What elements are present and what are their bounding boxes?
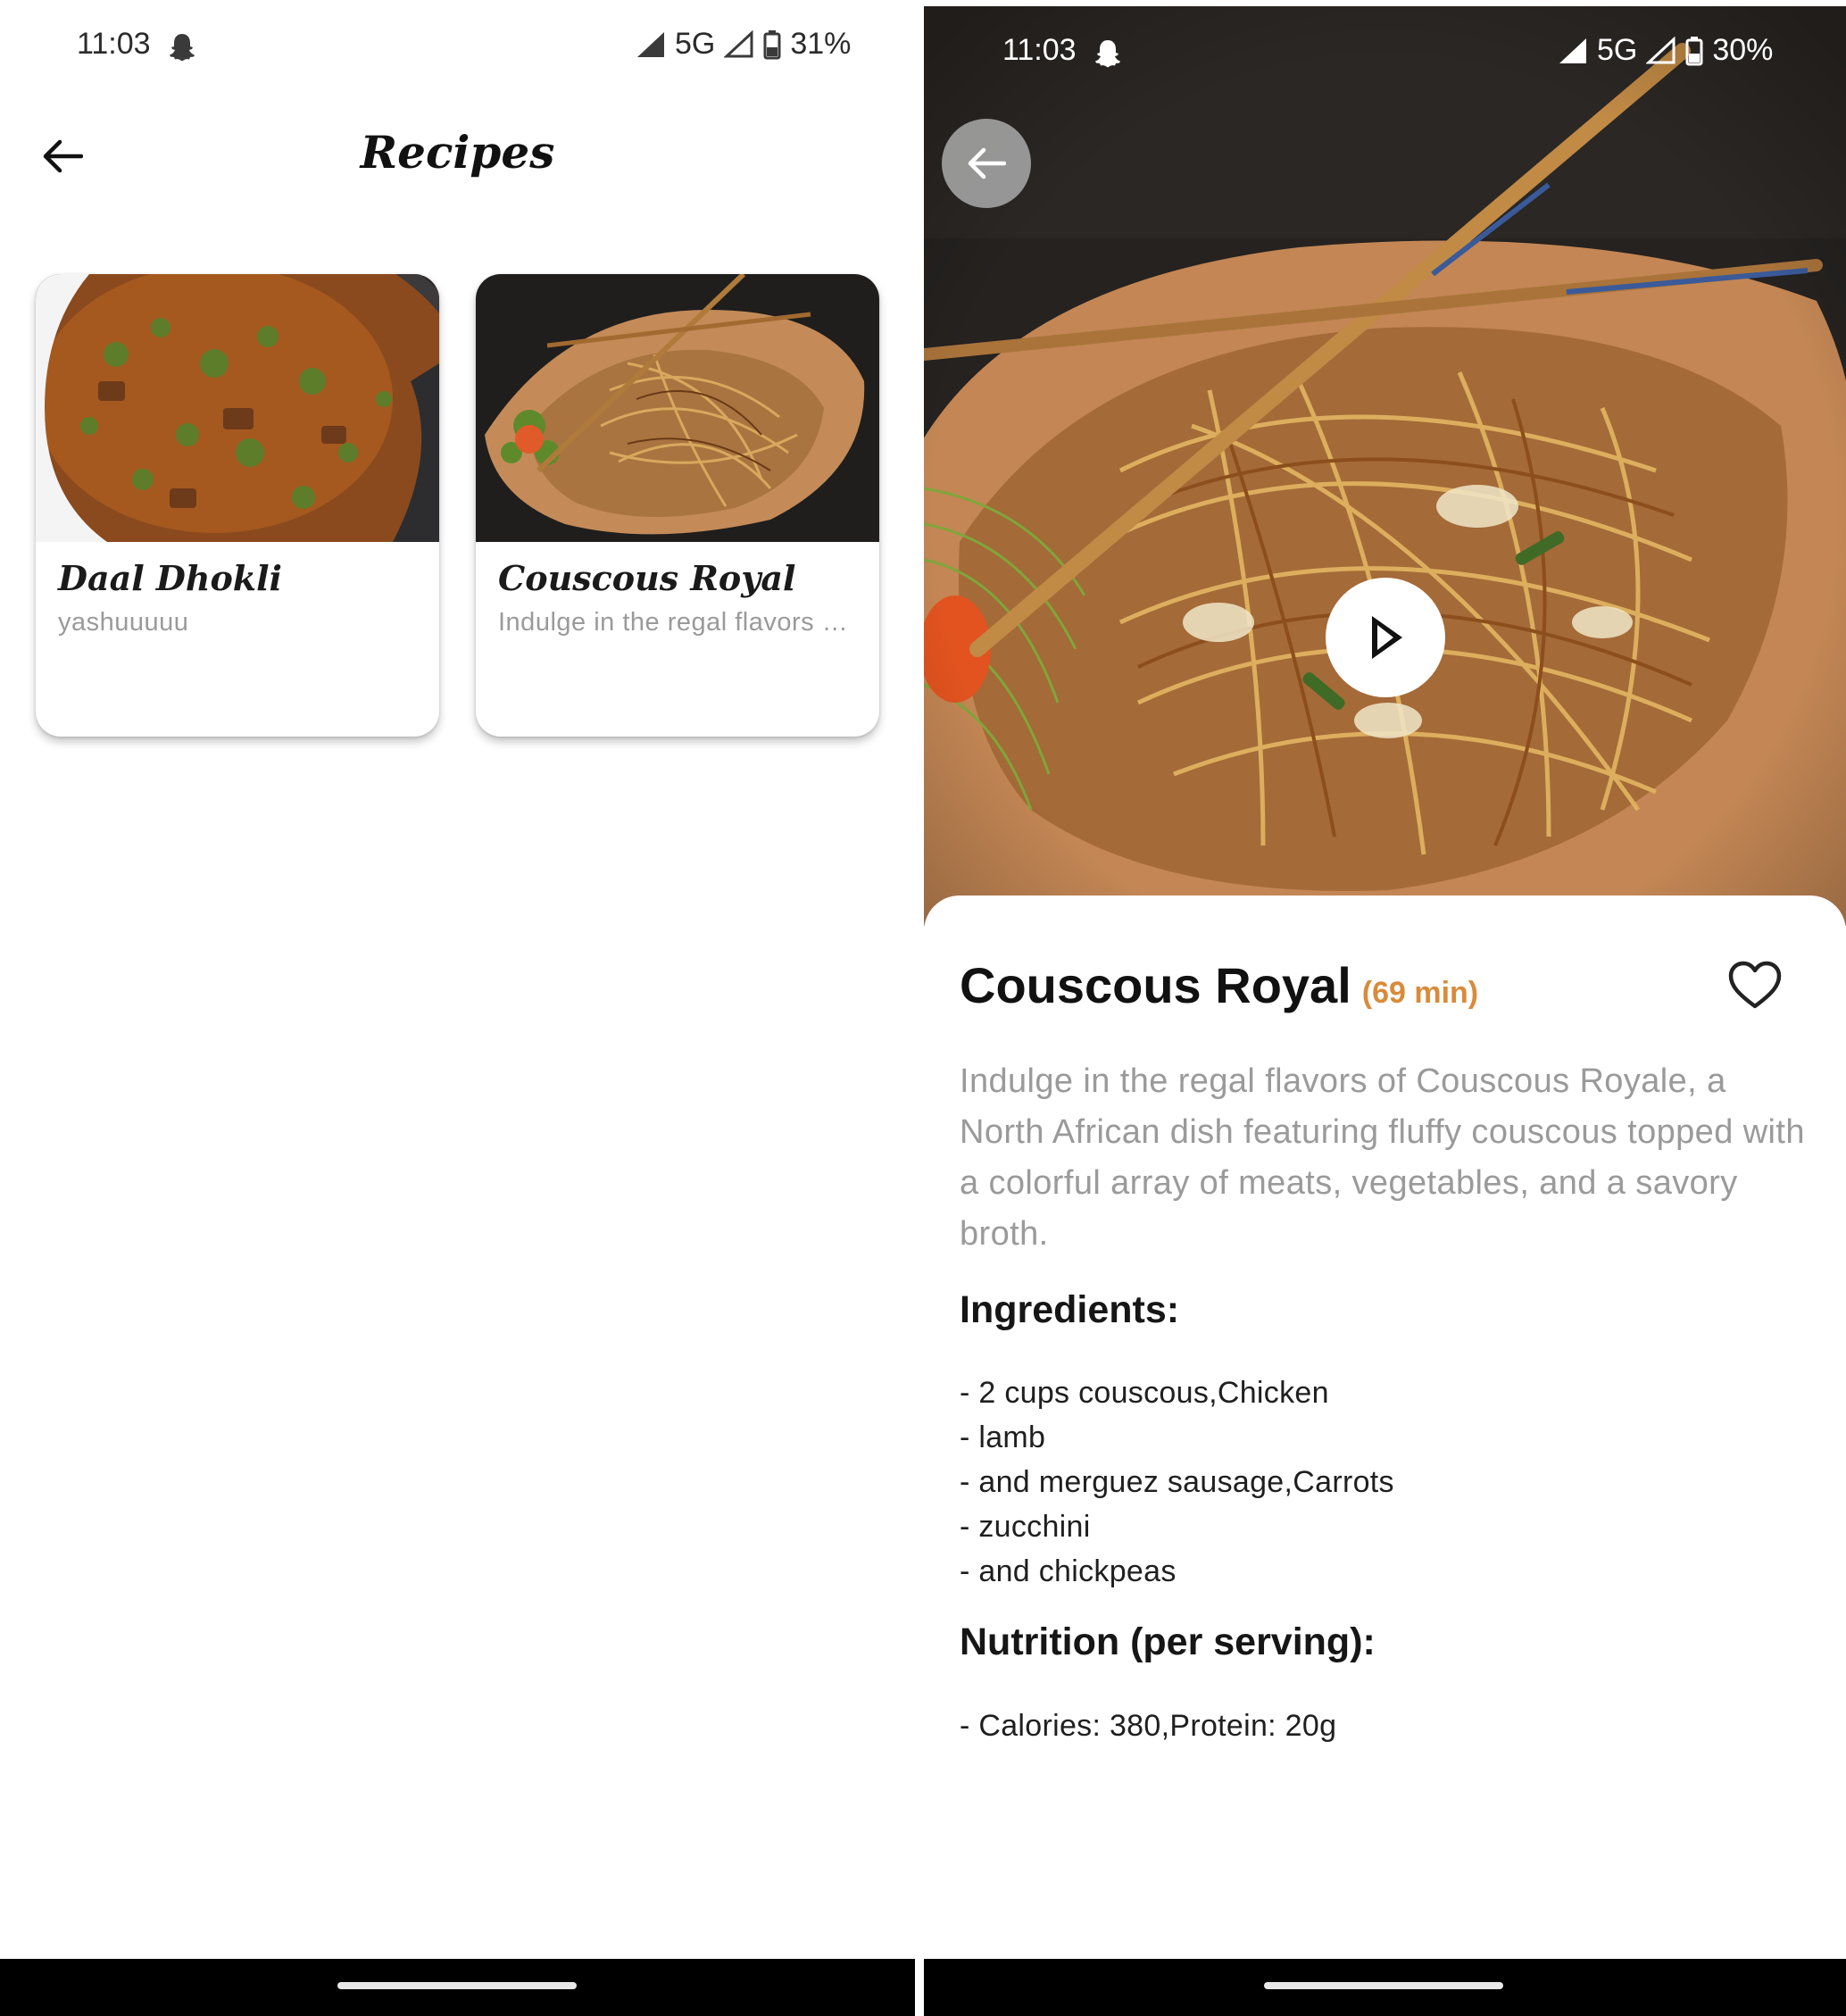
status-time: 11:03 xyxy=(77,27,151,61)
recipe-description: Indulge in the regal flavors of Couscous… xyxy=(960,1062,1805,1253)
signal-icon xyxy=(1559,37,1586,63)
nutrition-heading: Nutrition (per serving): xyxy=(960,1620,1376,1663)
screen-divider xyxy=(915,0,924,2016)
ingredient-item: - and chickpeas xyxy=(960,1554,1177,1588)
snapchat-ghost-icon xyxy=(1095,40,1120,68)
status-icons: 5G 31% xyxy=(636,27,851,62)
recipe-hero-image: 11:03 5G 30% xyxy=(924,6,1846,926)
back-arrow-icon xyxy=(968,147,1006,179)
recipe-card-couscous-royal[interactable]: Couscous Royal Indulge in the regal flav… xyxy=(476,274,879,737)
battery-level: 30% xyxy=(1712,33,1774,67)
page-title: Recipes xyxy=(360,126,555,179)
ingredient-item: - lamb xyxy=(960,1420,1046,1454)
recipes-list-screen: 11:03 5G 31% Recipes Daal Dhokli yashuuu… xyxy=(0,0,915,2016)
recipe-title-row: Couscous Royal (69 min) xyxy=(960,956,1478,1014)
snapchat-ghost-icon xyxy=(170,34,195,62)
card-subtitle: yashuuuuu xyxy=(58,608,189,637)
heart-outline-icon[interactable] xyxy=(1727,960,1783,1010)
card-subtitle: Indulge in the regal flavors of Couscous… xyxy=(498,608,857,637)
card-title: Couscous Royal xyxy=(498,558,796,598)
play-icon xyxy=(1372,616,1402,659)
ingredient-item: - zucchini xyxy=(960,1510,1091,1544)
network-type: 5G xyxy=(1597,33,1638,67)
signal-icon xyxy=(637,31,664,57)
signal-outline-icon xyxy=(724,29,753,57)
system-nav-bar xyxy=(924,1959,1846,2016)
recipe-cook-time: (69 min) xyxy=(1361,976,1479,1010)
network-type: 5G xyxy=(675,27,716,61)
couscous-royal-photo xyxy=(476,274,879,542)
ingredients-heading: Ingredients: xyxy=(960,1288,1180,1331)
nutrition-item: - Calories: 380,Protein: 20g xyxy=(960,1709,1337,1743)
status-bar: 11:03 5G 31% xyxy=(0,0,915,93)
play-video-button[interactable] xyxy=(1326,578,1445,697)
battery-level: 31% xyxy=(790,27,852,61)
system-nav-bar xyxy=(0,1959,915,2016)
status-time: 11:03 xyxy=(1002,33,1077,67)
daal-dhokli-photo xyxy=(36,274,439,542)
couscous-royal-hero-photo xyxy=(924,6,1846,926)
status-icons: 5G 30% xyxy=(1558,33,1773,68)
back-button[interactable] xyxy=(942,119,1031,208)
battery-icon xyxy=(1685,36,1703,65)
battery-icon xyxy=(763,29,781,59)
card-title: Daal Dhokli xyxy=(58,558,282,598)
signal-outline-icon xyxy=(1646,36,1676,63)
status-bar: 11:03 5G 30% xyxy=(924,6,1846,99)
recipe-card-daal-dhokli[interactable]: Daal Dhokli yashuuuuu xyxy=(36,274,439,737)
recipe-detail-sheet: Couscous Royal (69 min) Indulge in the r… xyxy=(924,896,1846,2016)
ingredients-list: - 2 cups couscous,Chicken - lamb - and m… xyxy=(960,1370,1394,1594)
recipe-title: Couscous Royal xyxy=(960,957,1351,1013)
recipe-detail-screen: 11:03 5G 30% Couscous Royal (69 min) Ind… xyxy=(924,6,1846,2016)
nutrition-list: - Calories: 380,Protein: 20g xyxy=(960,1704,1336,1748)
app-bar: Recipes xyxy=(0,112,915,201)
home-gesture-handle[interactable] xyxy=(337,1982,577,1989)
ingredient-item: - 2 cups couscous,Chicken xyxy=(960,1376,1329,1410)
ingredient-item: - and merguez sausage,Carrots xyxy=(960,1465,1394,1499)
home-gesture-handle[interactable] xyxy=(1264,1982,1503,1989)
